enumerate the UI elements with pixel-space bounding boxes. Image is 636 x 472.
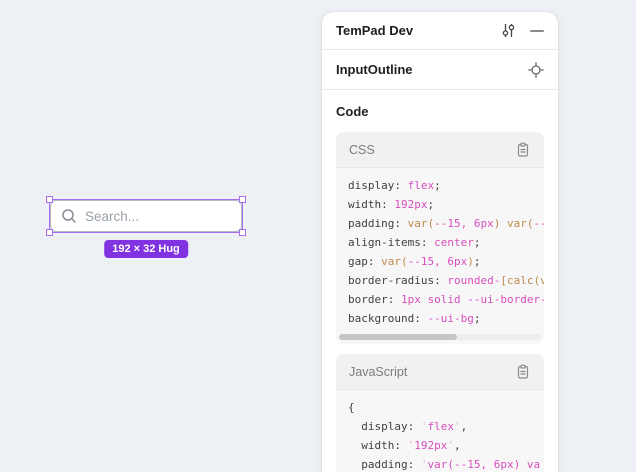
copy-javascript-button[interactable] <box>515 364 531 380</box>
selected-component-row: InputOutline <box>322 50 558 90</box>
code-line: border-radius: rounded-[calc(v <box>348 271 532 290</box>
copy-icon <box>515 364 531 380</box>
selection-handle-top-right[interactable] <box>239 196 246 203</box>
code-section: Code CSS display: flex;width: 192px <box>322 90 558 472</box>
code-line: { <box>348 398 532 417</box>
locate-component-button[interactable] <box>528 62 544 78</box>
component-name: InputOutline <box>336 62 528 77</box>
target-icon <box>528 62 544 78</box>
css-code-body: display: flex;width: 192px;padding: var(… <box>336 168 544 330</box>
code-line: align-items: center; <box>348 233 532 252</box>
css-block-header: CSS <box>336 132 544 168</box>
horizontal-scrollbar[interactable] <box>339 334 541 340</box>
sliders-icon <box>501 23 516 38</box>
minimize-button[interactable] <box>530 24 544 38</box>
code-line: background: --ui-bg; <box>348 309 532 328</box>
code-section-title: Code <box>336 104 544 119</box>
panel-title: TemPad Dev <box>336 23 501 38</box>
code-line: padding: var(--15, 6px) var(-- <box>348 214 532 233</box>
dimensions-badge: 192 × 32 Hug <box>104 240 188 258</box>
copy-icon <box>515 142 531 158</box>
code-line: padding: 'var(--15, 6px) va <box>348 455 532 472</box>
copy-css-button[interactable] <box>515 142 531 158</box>
tempad-dev-panel: TemPad Dev <box>322 12 558 472</box>
search-placeholder-text: Search... <box>85 209 139 224</box>
settings-sliders-button[interactable] <box>501 23 516 38</box>
css-code-block: CSS display: flex;width: 192px;padding: … <box>336 132 544 344</box>
code-line: display: 'flex', <box>348 417 532 436</box>
code-line: width: '192px', <box>348 436 532 455</box>
code-line: border: 1px solid --ui-border- <box>348 290 532 309</box>
javascript-block-label: JavaScript <box>349 365 515 379</box>
css-block-label: CSS <box>349 143 515 157</box>
minimize-icon <box>530 24 544 38</box>
search-input[interactable]: Search... <box>50 200 242 232</box>
scrollbar-thumb[interactable] <box>339 334 457 340</box>
code-line: gap: var(--15, 6px); <box>348 252 532 271</box>
javascript-code-block: JavaScript { display: 'flex', width: '19… <box>336 354 544 472</box>
javascript-block-header: JavaScript <box>336 354 544 390</box>
code-line: width: 192px; <box>348 195 532 214</box>
selection-handle-top-left[interactable] <box>46 196 53 203</box>
code-line: display: flex; <box>348 176 532 195</box>
javascript-code-body: { display: 'flex', width: '192px', paddi… <box>336 390 544 472</box>
panel-header: TemPad Dev <box>322 12 558 50</box>
selection-handle-bottom-right[interactable] <box>239 229 246 236</box>
search-icon <box>61 208 77 224</box>
selection-handle-bottom-left[interactable] <box>46 229 53 236</box>
